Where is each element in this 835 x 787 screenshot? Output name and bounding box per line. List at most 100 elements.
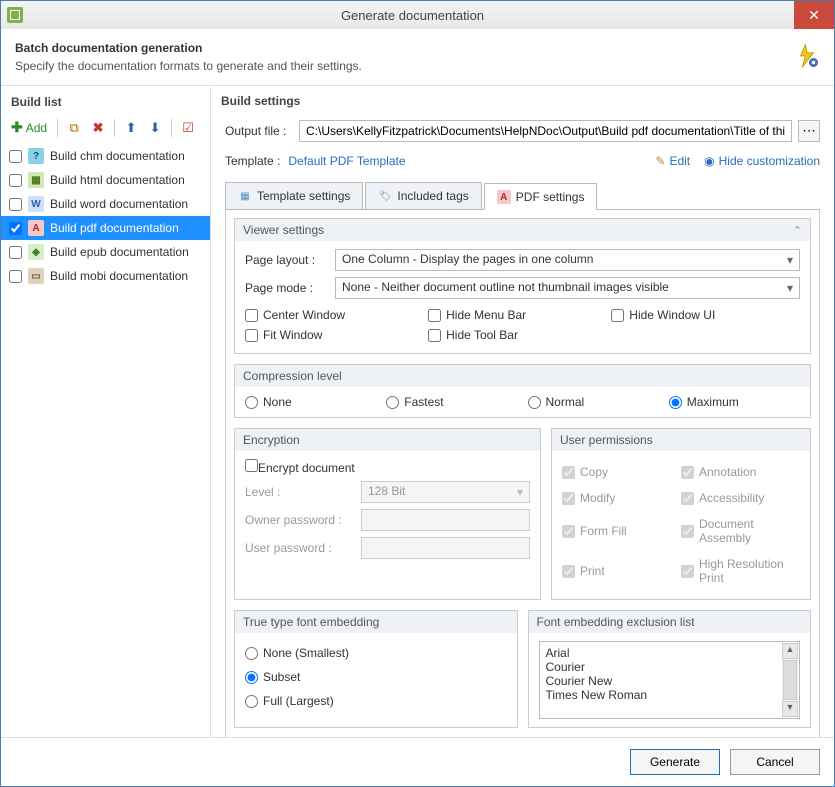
checkbox [562,492,575,505]
center-window-checkbox[interactable]: Center Window [245,305,428,325]
scrollbar-thumb[interactable] [783,660,797,700]
radio[interactable] [245,695,258,708]
list-item-label: Build mobi documentation [50,269,188,283]
list-item[interactable]: Courier New [546,674,794,688]
radio[interactable] [245,396,258,409]
radio[interactable] [245,671,258,684]
list-item-label: Build epub documentation [50,245,189,259]
cancel-button[interactable]: Cancel [730,749,820,775]
delete-icon[interactable]: ✖ [88,118,108,138]
build-list-pane: Build list ✚Add ⧉ ✖ ⬆ ⬇ ☑ ? Build chm do… [1,86,211,737]
tab-content: Viewer settings⌃ Page layout : One Colum… [225,210,820,737]
output-file-input[interactable] [299,120,792,142]
generate-button[interactable]: Generate [630,749,720,775]
move-up-icon[interactable]: ⬆ [121,118,141,138]
checkbox [681,525,694,538]
compression-normal-radio[interactable]: Normal [528,395,659,409]
hide-tool-bar-checkbox[interactable]: Hide Tool Bar [428,325,611,345]
font-embed-subset-radio[interactable]: Subset [245,665,507,689]
list-item[interactable]: Courier [546,660,794,674]
radio[interactable] [528,396,541,409]
scrollbar[interactable]: ▲ ▼ [782,643,798,717]
list-item-checkbox[interactable] [9,198,22,211]
hide-customization-link[interactable]: ◉Hide customization [704,154,820,168]
list-item-html[interactable]: ▦ Build html documentation [1,168,210,192]
list-item-pdf[interactable]: A Build pdf documentation [1,216,210,240]
fit-window-checkbox[interactable]: Fit Window [245,325,428,345]
group-title: User permissions [560,433,653,447]
tab-template-settings[interactable]: ▦Template settings [225,182,363,209]
font-embedding-group: True type font embedding None (Smallest)… [234,610,518,728]
checkbox [562,466,575,479]
radio-label: Normal [546,395,585,409]
checkbox[interactable] [245,309,258,322]
checkbox-label: Hide Tool Bar [446,328,518,342]
edit-link[interactable]: ✎Edit [655,154,690,168]
hide-menu-bar-checkbox[interactable]: Hide Menu Bar [428,305,611,325]
duplicate-icon[interactable]: ⧉ [64,118,84,138]
pencil-icon: ✎ [655,154,665,168]
perm-modify-checkbox: Modify [562,485,681,511]
template-row: Template : Default PDF Template ✎Edit ◉H… [211,148,834,174]
font-embed-full-radio[interactable]: Full (Largest) [245,689,507,713]
group-title: Viewer settings [243,223,324,237]
checkbox[interactable] [245,459,258,472]
perm-form-fill-checkbox: Form Fill [562,511,681,551]
radio-label: None (Smallest) [263,646,349,660]
compression-fastest-radio[interactable]: Fastest [386,395,517,409]
compression-maximum-radio[interactable]: Maximum [669,395,800,409]
perm-hires-print-checkbox: High Resolution Print [681,551,800,591]
scroll-up-icon[interactable]: ▲ [782,643,798,659]
browse-button[interactable]: ⋯ [798,120,820,142]
chm-icon: ? [28,148,44,164]
pdf-tab-icon: A [497,190,511,204]
list-item-checkbox[interactable] [9,270,22,283]
encryption-level-select: 128 Bit [361,481,530,503]
close-button[interactable]: ✕ [794,1,834,29]
template-link[interactable]: Default PDF Template [288,154,405,168]
checkbox[interactable] [428,329,441,342]
list-item-checkbox[interactable] [9,222,22,235]
scroll-down-icon[interactable]: ▼ [782,701,798,717]
lightning-gear-icon [794,43,820,69]
page-mode-select[interactable]: None - Neither document outline not thum… [335,277,800,299]
radio[interactable] [669,396,682,409]
encrypt-document-checkbox[interactable]: Encrypt document [245,461,355,475]
checkbox[interactable] [611,309,624,322]
mobi-icon: ▭ [28,268,44,284]
user-password-label: User password : [245,541,355,555]
font-exclusion-listbox[interactable]: Arial Courier Courier New Times New Roma… [539,641,801,719]
encryption-level-label: Level : [245,485,355,499]
list-item[interactable]: Arial [546,646,794,660]
hide-window-ui-checkbox[interactable]: Hide Window UI [611,305,794,325]
header-title: Batch documentation generation [15,41,820,55]
list-item-checkbox[interactable] [9,246,22,259]
list-item-epub[interactable]: ◈ Build epub documentation [1,240,210,264]
list-item-chm[interactable]: ? Build chm documentation [1,144,210,168]
font-embed-none-radio[interactable]: None (Smallest) [245,641,507,665]
collapse-icon[interactable]: ⌃ [793,224,802,237]
list-item[interactable]: Times New Roman [546,688,794,702]
list-item-mobi[interactable]: ▭ Build mobi documentation [1,264,210,288]
toggle-check-icon[interactable]: ☑ [178,118,198,138]
move-down-icon[interactable]: ⬇ [145,118,165,138]
compression-none-radio[interactable]: None [245,395,376,409]
separator [114,119,115,137]
radio[interactable] [245,647,258,660]
page-layout-select[interactable]: One Column - Display the pages in one co… [335,249,800,271]
build-list-toolbar: ✚Add ⧉ ✖ ⬆ ⬇ ☑ [1,115,210,142]
user-permissions-group: User permissions Copy Annotation Modify … [551,428,811,600]
list-item-checkbox[interactable] [9,174,22,187]
header-subtitle: Specify the documentation formats to gen… [15,59,820,73]
tab-pdf-settings[interactable]: APDF settings [484,183,598,210]
radio-label: Maximum [687,395,739,409]
checkbox[interactable] [245,329,258,342]
radio[interactable] [386,396,399,409]
checkbox-label: Annotation [699,465,756,479]
list-item-word[interactable]: W Build word documentation [1,192,210,216]
tab-included-tags[interactable]: 🏷Included tags [365,182,481,209]
add-button[interactable]: ✚Add [7,117,51,138]
checkbox[interactable] [428,309,441,322]
build-settings-pane: Build settings Output file : ⋯ Template … [211,86,834,737]
list-item-checkbox[interactable] [9,150,22,163]
